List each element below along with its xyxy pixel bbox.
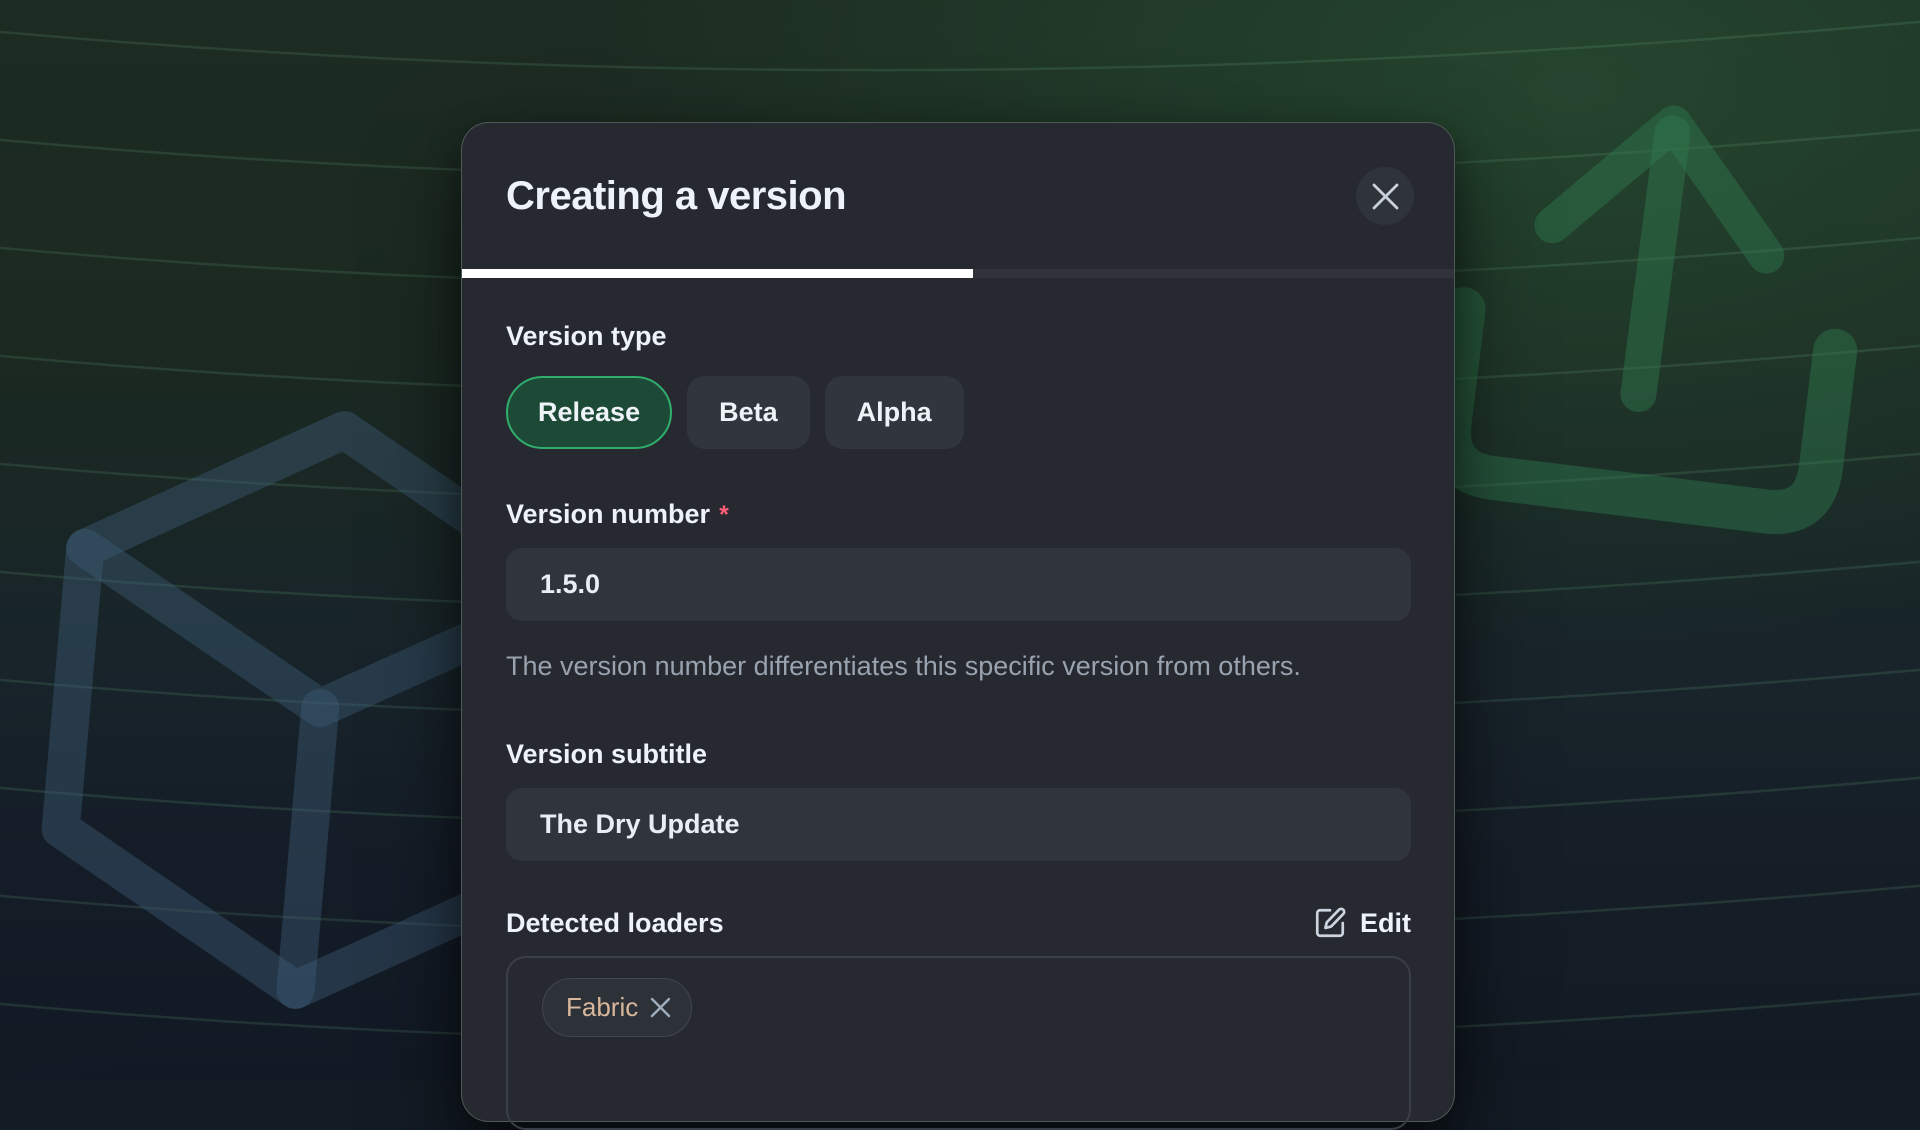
version-type-beta-button[interactable]: Beta — [687, 376, 810, 449]
version-number-label-row: Version number * — [506, 498, 1411, 530]
version-number-label: Version number — [506, 498, 710, 530]
version-subtitle-input[interactable] — [506, 788, 1411, 861]
detected-loaders-row: Detected loaders Edit — [506, 906, 1411, 940]
upload-icon — [1444, 101, 1861, 518]
modal-header: Creating a version — [462, 123, 1454, 269]
progress-bar-track — [462, 269, 1454, 278]
x-icon — [649, 996, 672, 1019]
edit-loaders-button[interactable]: Edit — [1313, 906, 1411, 940]
version-type-alpha-button[interactable]: Alpha — [825, 376, 964, 449]
version-type-release-button[interactable]: Release — [506, 376, 672, 449]
detected-loaders-label: Detected loaders — [506, 907, 724, 939]
edit-label: Edit — [1360, 908, 1411, 939]
version-number-input[interactable] — [506, 548, 1411, 621]
detected-loaders-box: Fabric — [506, 956, 1411, 1130]
progress-bar-fill — [462, 269, 973, 278]
close-button[interactable] — [1356, 167, 1414, 225]
creating-version-modal: Creating a version Version type Release … — [461, 122, 1455, 1122]
version-subtitle-label: Version subtitle — [506, 738, 1411, 770]
x-icon — [1372, 183, 1399, 210]
version-type-options: Release Beta Alpha — [506, 376, 1411, 449]
loader-chip-label: Fabric — [566, 992, 638, 1023]
version-number-help-text: The version number differentiates this s… — [506, 647, 1351, 685]
remove-loader-button[interactable] — [649, 996, 672, 1019]
required-asterisk: * — [719, 501, 729, 530]
version-type-label: Version type — [506, 320, 1411, 352]
modal-title: Creating a version — [506, 174, 846, 219]
modal-body: Version type Release Beta Alpha Version … — [462, 278, 1454, 1130]
square-pen-icon — [1313, 906, 1347, 940]
loader-chip-fabric: Fabric — [542, 978, 692, 1037]
